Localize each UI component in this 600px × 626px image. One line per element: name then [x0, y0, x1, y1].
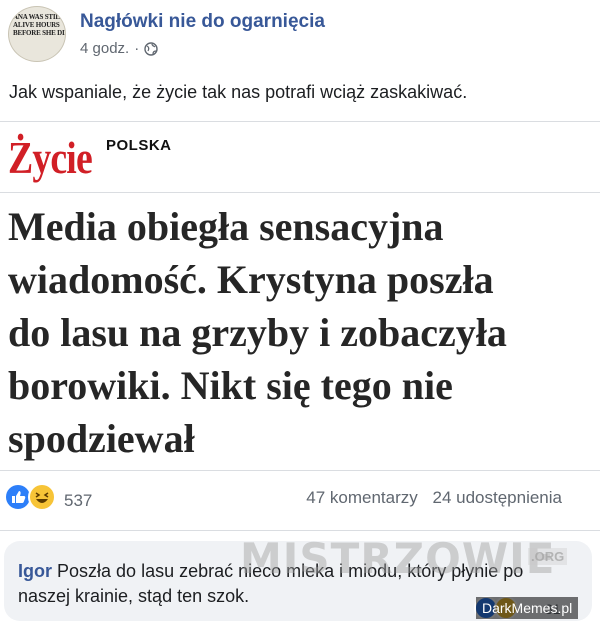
avatar-line: BEFORE SHE DIED [13, 29, 65, 37]
shares-count[interactable]: 24 udostępnienia [432, 488, 562, 507]
headline-line: borowiki. Nikt się tego nie [8, 363, 453, 408]
comments-count[interactable]: 47 komentarzy [306, 488, 418, 507]
headline-line: do lasu na grzyby i zobaczyła [8, 310, 507, 355]
divider [0, 470, 600, 471]
watermark: MISTRZOWIE [240, 534, 556, 583]
reactions-bar: 537 47 komentarzy 24 udostępnienia [4, 482, 594, 516]
post-header: ANA WAS STILL ALIVE HOURS BEFORE SHE DIE… [8, 6, 598, 62]
avatar-line: ANA WAS STILL [13, 13, 65, 21]
page-avatar[interactable]: ANA WAS STILL ALIVE HOURS BEFORE SHE DIE… [8, 6, 66, 62]
post-meta: 4 godz. · [80, 40, 158, 57]
watermark-sub: .ORG [528, 548, 568, 565]
headline-line: Media obiegła sensacyjna [8, 204, 444, 249]
site-watermark: DarkMemes.pl [476, 597, 579, 619]
avatar-headline: ANA WAS STILL ALIVE HOURS BEFORE SHE DIE… [13, 13, 65, 37]
meta-separator: · [134, 40, 140, 57]
comment-author[interactable]: Igor [18, 561, 52, 581]
globe-icon[interactable] [144, 41, 158, 56]
newspaper-logo: Życie [8, 132, 93, 183]
article-headline[interactable]: Media obiegła sensacyjna wiadomość. Krys… [8, 200, 598, 465]
post-text: Jak wspaniale, że życie tak nas potrafi … [9, 82, 468, 102]
divider [0, 192, 600, 193]
haha-icon[interactable] [28, 483, 56, 511]
reaction-count[interactable]: 537 [64, 491, 92, 511]
headline-line: wiadomość. Krystyna poszła [8, 257, 494, 302]
newspaper-logo-sub: POLSKA [106, 137, 172, 154]
headline-line: spodziewał [8, 416, 195, 461]
avatar-line: ALIVE HOURS [13, 21, 60, 29]
post-time[interactable]: 4 godz. [80, 40, 129, 57]
post-stats: 47 komentarzy 24 udostępnienia [306, 488, 562, 508]
page-name-link[interactable]: Nagłówki nie do ogarnięcia [80, 11, 325, 33]
divider [0, 530, 600, 531]
divider [0, 121, 600, 122]
